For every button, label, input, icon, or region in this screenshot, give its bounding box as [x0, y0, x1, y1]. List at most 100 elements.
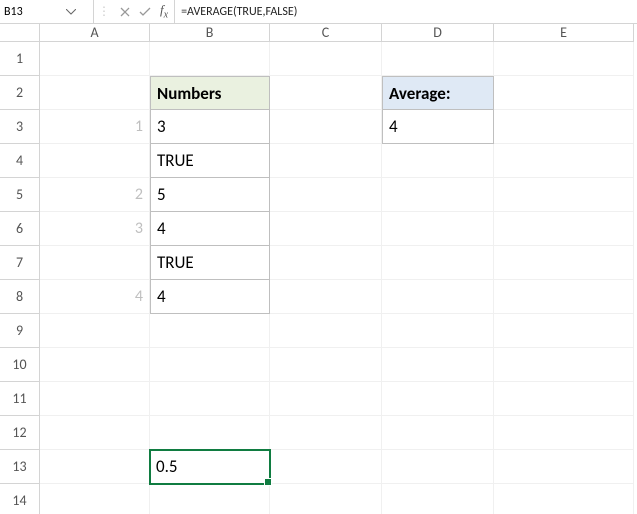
cell[interactable]: 3 [40, 212, 150, 246]
cell[interactable] [270, 42, 382, 76]
row-header[interactable]: 3 [0, 110, 40, 144]
row-header[interactable]: 12 [0, 416, 40, 450]
cell[interactable] [270, 314, 382, 348]
cell[interactable] [40, 314, 150, 348]
cell[interactable] [494, 246, 634, 280]
select-all-corner[interactable] [0, 24, 40, 42]
cell[interactable]: 1 [40, 110, 150, 144]
cell[interactable] [40, 348, 150, 382]
cell[interactable] [494, 280, 634, 314]
cell[interactable] [270, 382, 382, 416]
cell[interactable] [494, 348, 634, 382]
cell[interactable]: 4 [150, 280, 270, 314]
cell[interactable] [494, 382, 634, 416]
cell[interactable] [382, 144, 494, 178]
cell[interactable] [382, 246, 494, 280]
cell[interactable] [270, 144, 382, 178]
average-value-cell[interactable]: 4 [382, 110, 494, 144]
cell[interactable]: 5 [150, 178, 270, 212]
cell[interactable] [382, 416, 494, 450]
cell[interactable] [270, 110, 382, 144]
cell[interactable] [270, 484, 382, 514]
row-header[interactable]: 5 [0, 178, 40, 212]
cell[interactable] [382, 314, 494, 348]
cell[interactable]: 4 [150, 212, 270, 246]
cell[interactable] [40, 416, 150, 450]
row-header[interactable]: 11 [0, 382, 40, 416]
row-header[interactable]: 10 [0, 348, 40, 382]
cell[interactable]: 2 [40, 178, 150, 212]
name-box-wrap [0, 0, 94, 23]
cell[interactable] [40, 450, 150, 484]
cell[interactable] [382, 42, 494, 76]
col-header-C[interactable]: C [270, 24, 382, 42]
cell[interactable] [270, 416, 382, 450]
row-header[interactable]: 6 [0, 212, 40, 246]
cell[interactable] [382, 280, 494, 314]
cell[interactable] [150, 348, 270, 382]
cancel-formula-button[interactable] [118, 5, 132, 19]
cell[interactable] [382, 382, 494, 416]
row-header[interactable]: 7 [0, 246, 40, 280]
cell[interactable] [150, 382, 270, 416]
col-header-A[interactable]: A [40, 24, 150, 42]
fx-icon[interactable]: fx [158, 2, 170, 21]
row: 4 TRUE [0, 144, 637, 178]
row-header[interactable]: 9 [0, 314, 40, 348]
cell[interactable]: TRUE [150, 144, 270, 178]
cell[interactable] [382, 348, 494, 382]
cell[interactable] [494, 450, 634, 484]
row-header[interactable]: 14 [0, 484, 40, 514]
average-header-cell[interactable]: Average: [382, 76, 494, 110]
cell[interactable] [382, 450, 494, 484]
formula-input[interactable]: =AVERAGE(TRUE,FALSE) [175, 0, 637, 23]
cell[interactable] [270, 178, 382, 212]
row: 7 TRUE [0, 246, 637, 280]
row-header[interactable]: 1 [0, 42, 40, 76]
cell[interactable] [40, 76, 150, 110]
cell[interactable] [270, 76, 382, 110]
cell[interactable] [150, 314, 270, 348]
row-header[interactable]: 13 [0, 450, 40, 484]
name-box-dropdown[interactable] [64, 9, 78, 15]
enter-formula-button[interactable] [138, 5, 152, 19]
name-box[interactable] [4, 5, 64, 19]
cell[interactable] [270, 450, 382, 484]
cell[interactable] [494, 178, 634, 212]
col-header-D[interactable]: D [382, 24, 494, 42]
cell[interactable] [382, 212, 494, 246]
row-header[interactable]: 8 [0, 280, 40, 314]
cell[interactable] [494, 144, 634, 178]
cell[interactable] [270, 348, 382, 382]
row-header[interactable]: 4 [0, 144, 40, 178]
col-header-B[interactable]: B [150, 24, 270, 42]
cell[interactable] [382, 484, 494, 514]
cell[interactable] [40, 42, 150, 76]
row: 9 [0, 314, 637, 348]
cell[interactable] [270, 280, 382, 314]
cell[interactable] [150, 42, 270, 76]
cell[interactable] [494, 110, 634, 144]
cell[interactable]: 3 [150, 110, 270, 144]
cell[interactable] [494, 314, 634, 348]
cell[interactable] [40, 484, 150, 514]
row-header[interactable]: 2 [0, 76, 40, 110]
cell[interactable] [270, 246, 382, 280]
cell[interactable] [494, 42, 634, 76]
cell[interactable] [40, 246, 150, 280]
cell[interactable] [150, 416, 270, 450]
selected-cell[interactable]: 0.5 [150, 450, 270, 484]
cell[interactable] [382, 178, 494, 212]
cell[interactable] [494, 416, 634, 450]
cell[interactable] [494, 484, 634, 514]
cell[interactable]: 4 [40, 280, 150, 314]
cell[interactable] [494, 76, 634, 110]
numbers-header-cell[interactable]: Numbers [150, 76, 270, 110]
cell[interactable] [40, 144, 150, 178]
cell[interactable] [270, 212, 382, 246]
col-header-E[interactable]: E [494, 24, 634, 42]
cell[interactable] [40, 382, 150, 416]
cell[interactable] [494, 212, 634, 246]
cell[interactable]: TRUE [150, 246, 270, 280]
cell[interactable] [150, 484, 270, 514]
